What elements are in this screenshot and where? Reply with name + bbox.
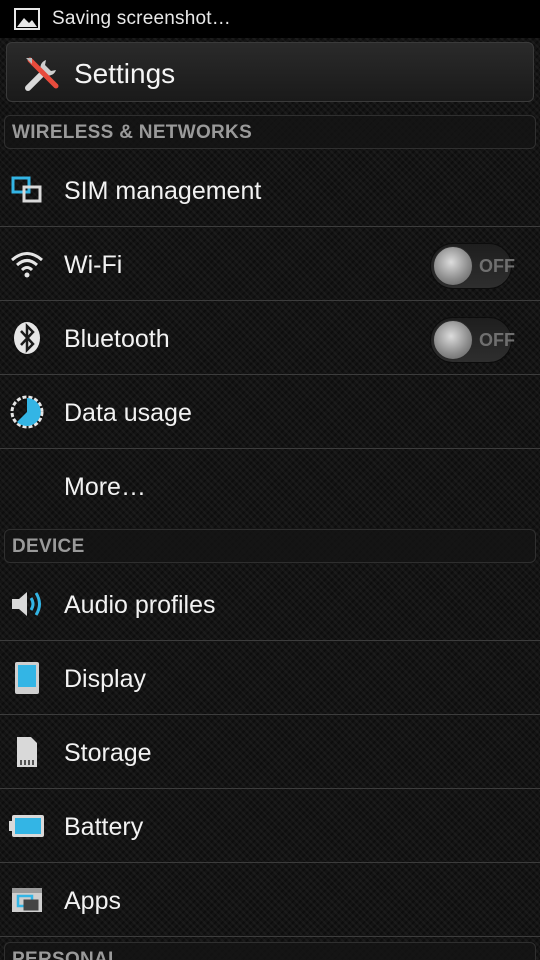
settings-item-data-usage[interactable]: Data usage: [0, 375, 540, 449]
item-label: Bluetooth: [64, 325, 170, 353]
settings-tools-icon[interactable]: [22, 54, 62, 94]
data-usage-icon: [8, 393, 46, 431]
settings-item-audio-profiles[interactable]: Audio profiles: [0, 567, 540, 641]
speaker-icon: [8, 585, 46, 623]
settings-item-sim-management[interactable]: SIM management: [0, 153, 540, 227]
settings-item-storage[interactable]: Storage: [0, 715, 540, 789]
item-label: Storage: [64, 739, 152, 767]
display-icon: [8, 659, 46, 697]
status-text: Saving screenshot…: [52, 8, 231, 29]
settings-item-display[interactable]: Display: [0, 641, 540, 715]
settings-item-bluetooth[interactable]: Bluetooth OFF: [0, 301, 540, 375]
toggle-knob: [433, 320, 473, 360]
battery-icon: [8, 807, 46, 845]
settings-item-more[interactable]: More…: [0, 449, 540, 527]
wifi-toggle[interactable]: OFF: [430, 243, 515, 289]
status-bar: Saving screenshot…: [0, 0, 540, 38]
section-label: WIRELESS & NETWORKS: [12, 122, 253, 143]
bluetooth-icon: [8, 319, 46, 357]
bluetooth-toggle[interactable]: OFF: [430, 317, 515, 363]
item-label: Wi-Fi: [64, 251, 123, 279]
sim-management-icon: [8, 171, 46, 209]
image-icon: [14, 8, 40, 30]
page-title: Settings: [74, 58, 176, 89]
item-label: SIM management: [64, 177, 262, 205]
apps-icon: [8, 881, 46, 919]
storage-icon: [8, 733, 46, 771]
item-label: More…: [64, 473, 146, 501]
settings-item-battery[interactable]: Battery: [0, 789, 540, 863]
toggle-state: OFF: [479, 330, 515, 350]
item-label: Data usage: [64, 399, 192, 427]
wifi-icon: [8, 245, 46, 283]
item-label: Battery: [64, 813, 144, 841]
settings-item-wifi[interactable]: Wi-Fi OFF: [0, 227, 540, 301]
settings-item-apps[interactable]: Apps: [0, 863, 540, 937]
item-label: Display: [64, 665, 146, 693]
toggle-knob: [433, 246, 473, 286]
section-header-wireless: WIRELESS & NETWORKS: [0, 113, 540, 151]
action-bar: Settings: [0, 38, 540, 108]
toggle-state: OFF: [479, 256, 515, 276]
section-header-device: DEVICE: [0, 527, 540, 565]
section-header-personal: PERSONAL: [0, 940, 540, 960]
section-label: PERSONAL: [12, 949, 120, 960]
item-label: Apps: [64, 887, 121, 915]
item-label: Audio profiles: [64, 591, 216, 619]
section-label: DEVICE: [12, 536, 85, 557]
